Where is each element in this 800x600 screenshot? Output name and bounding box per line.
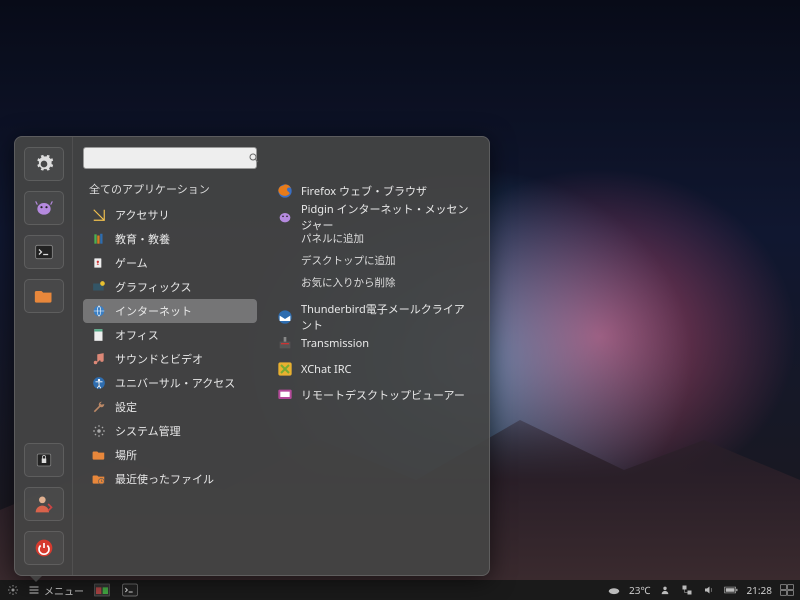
search-input[interactable] bbox=[90, 151, 248, 166]
category-label: サウンドとビデオ bbox=[115, 351, 203, 367]
remote-desktop-icon bbox=[277, 387, 293, 403]
category-settings[interactable]: 設定 bbox=[83, 395, 257, 419]
weather-icon[interactable] bbox=[607, 583, 621, 597]
context-remove-favorite[interactable]: お気に入りから削除 bbox=[271, 275, 479, 295]
xchat-icon bbox=[277, 361, 293, 377]
pidgin-icon bbox=[277, 209, 293, 225]
ruler-icon bbox=[91, 207, 107, 223]
start-menu: 全てのアプリケーション アクセサリ 教育・教養 ゲーム グラフィックス インター… bbox=[14, 136, 490, 576]
gear-icon bbox=[34, 154, 54, 174]
app-xchat[interactable]: XChat IRC bbox=[271, 357, 479, 381]
category-label: システム管理 bbox=[115, 423, 181, 439]
applications-column: Firefox ウェブ・ブラウザ Pidgin インターネット・メッセンジャー … bbox=[263, 137, 489, 575]
context-label: パネルに追加 bbox=[301, 232, 364, 246]
taskbar-launcher-files[interactable] bbox=[92, 582, 112, 598]
gear-icon bbox=[91, 423, 107, 439]
search-box[interactable] bbox=[83, 147, 257, 169]
folder-icon bbox=[34, 286, 54, 306]
app-firefox[interactable]: Firefox ウェブ・ブラウザ bbox=[271, 179, 479, 203]
cards-icon bbox=[91, 255, 107, 271]
app-label: Firefox ウェブ・ブラウザ bbox=[301, 183, 427, 199]
category-universal[interactable]: ユニバーサル・アクセス bbox=[83, 371, 257, 395]
search-icon bbox=[248, 152, 260, 164]
app-label: XChat IRC bbox=[301, 362, 352, 377]
power-icon bbox=[34, 538, 54, 558]
category-system[interactable]: システム管理 bbox=[83, 419, 257, 443]
workspace-switcher-icon[interactable] bbox=[780, 583, 794, 597]
user-indicator-icon[interactable] bbox=[658, 583, 672, 597]
folder-icon bbox=[91, 447, 107, 463]
app-label: Thunderbird電子メールクライアント bbox=[301, 301, 473, 333]
wrench-icon bbox=[91, 399, 107, 415]
network-indicator-icon[interactable] bbox=[680, 583, 694, 597]
app-remote-desktop[interactable]: リモートデスクトップビューアー bbox=[271, 383, 479, 407]
category-recent[interactable]: 最近使ったファイル bbox=[83, 467, 257, 491]
user-icon bbox=[34, 494, 54, 514]
music-icon bbox=[91, 351, 107, 367]
category-graphics[interactable]: グラフィックス bbox=[83, 275, 257, 299]
context-label: お気に入りから削除 bbox=[301, 276, 396, 290]
fav-settings[interactable] bbox=[24, 147, 64, 181]
taskbar-settings-icon[interactable] bbox=[6, 583, 20, 597]
category-accessories[interactable]: アクセサリ bbox=[83, 203, 257, 227]
app-transmission[interactable]: Transmission bbox=[271, 331, 479, 355]
category-label: ゲーム bbox=[115, 255, 148, 271]
weather-text: 23℃ bbox=[629, 583, 650, 597]
books-icon bbox=[91, 231, 107, 247]
taskbar: メニュー 23℃ 21:28 bbox=[0, 580, 800, 600]
app-label: Transmission bbox=[301, 336, 369, 351]
fav-lock[interactable] bbox=[24, 443, 64, 477]
category-sound[interactable]: サウンドとビデオ bbox=[83, 347, 257, 371]
fav-shutdown[interactable] bbox=[24, 531, 64, 565]
thunderbird-icon bbox=[277, 309, 293, 325]
fav-files[interactable] bbox=[24, 279, 64, 313]
context-add-to-desktop[interactable]: デスクトップに追加 bbox=[271, 253, 479, 273]
category-places[interactable]: 場所 bbox=[83, 443, 257, 467]
app-label: Pidgin インターネット・メッセンジャー bbox=[301, 201, 473, 233]
category-office[interactable]: オフィス bbox=[83, 323, 257, 347]
app-pidgin[interactable]: Pidgin インターネット・メッセンジャー bbox=[271, 205, 479, 229]
category-label: ユニバーサル・アクセス bbox=[115, 375, 235, 391]
all-applications-header: 全てのアプリケーション bbox=[83, 179, 257, 203]
fav-terminal[interactable] bbox=[24, 235, 64, 269]
category-label: 最近使ったファイル bbox=[115, 471, 214, 487]
pidgin-icon bbox=[34, 198, 54, 218]
category-internet[interactable]: インターネット bbox=[83, 299, 257, 323]
menu-button-label: メニュー bbox=[44, 583, 84, 598]
category-label: 設定 bbox=[115, 399, 137, 415]
category-label: 教育・教養 bbox=[115, 231, 170, 247]
terminal-icon bbox=[34, 242, 54, 262]
favorites-column bbox=[15, 137, 73, 575]
categories-column: 全てのアプリケーション アクセサリ 教育・教養 ゲーム グラフィックス インター… bbox=[73, 137, 263, 575]
battery-indicator-icon[interactable] bbox=[724, 583, 738, 597]
taskbar-launcher-terminal[interactable] bbox=[120, 582, 140, 598]
lock-icon bbox=[35, 451, 53, 469]
palette-icon bbox=[91, 279, 107, 295]
transmission-icon bbox=[277, 335, 293, 351]
firefox-icon bbox=[277, 183, 293, 199]
context-add-to-panel[interactable]: パネルに追加 bbox=[271, 231, 479, 251]
category-label: アクセサリ bbox=[115, 207, 169, 223]
clock[interactable]: 21:28 bbox=[746, 583, 772, 597]
volume-indicator-icon[interactable] bbox=[702, 583, 716, 597]
globe-icon bbox=[91, 303, 107, 319]
recent-icon bbox=[91, 471, 107, 487]
category-games[interactable]: ゲーム bbox=[83, 251, 257, 275]
category-education[interactable]: 教育・教養 bbox=[83, 227, 257, 251]
context-label: デスクトップに追加 bbox=[301, 254, 396, 268]
document-icon bbox=[91, 327, 107, 343]
category-label: オフィス bbox=[115, 327, 159, 343]
accessibility-icon bbox=[91, 375, 107, 391]
app-label: リモートデスクトップビューアー bbox=[301, 387, 465, 403]
fav-pidgin[interactable] bbox=[24, 191, 64, 225]
category-label: グラフィックス bbox=[115, 279, 191, 295]
app-thunderbird[interactable]: Thunderbird電子メールクライアント bbox=[271, 305, 479, 329]
category-label: 場所 bbox=[115, 447, 137, 463]
fav-logout[interactable] bbox=[24, 487, 64, 521]
menu-pointer bbox=[30, 576, 42, 588]
category-label: インターネット bbox=[115, 303, 192, 319]
